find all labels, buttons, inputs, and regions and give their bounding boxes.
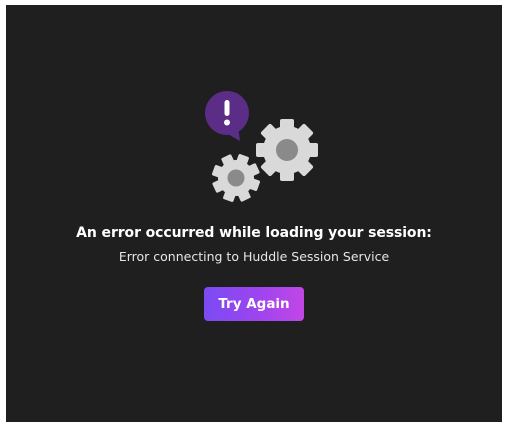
error-panel: An error occurred while loading your ses… bbox=[6, 5, 502, 422]
error-detail: Error connecting to Huddle Session Servi… bbox=[118, 249, 390, 264]
error-title: An error occurred while loading your ses… bbox=[76, 225, 432, 241]
error-illustration bbox=[205, 91, 318, 203]
large-gear-icon bbox=[256, 119, 318, 181]
exclamation-bubble-icon bbox=[205, 91, 249, 141]
try-again-button[interactable]: Try Again bbox=[204, 287, 304, 321]
